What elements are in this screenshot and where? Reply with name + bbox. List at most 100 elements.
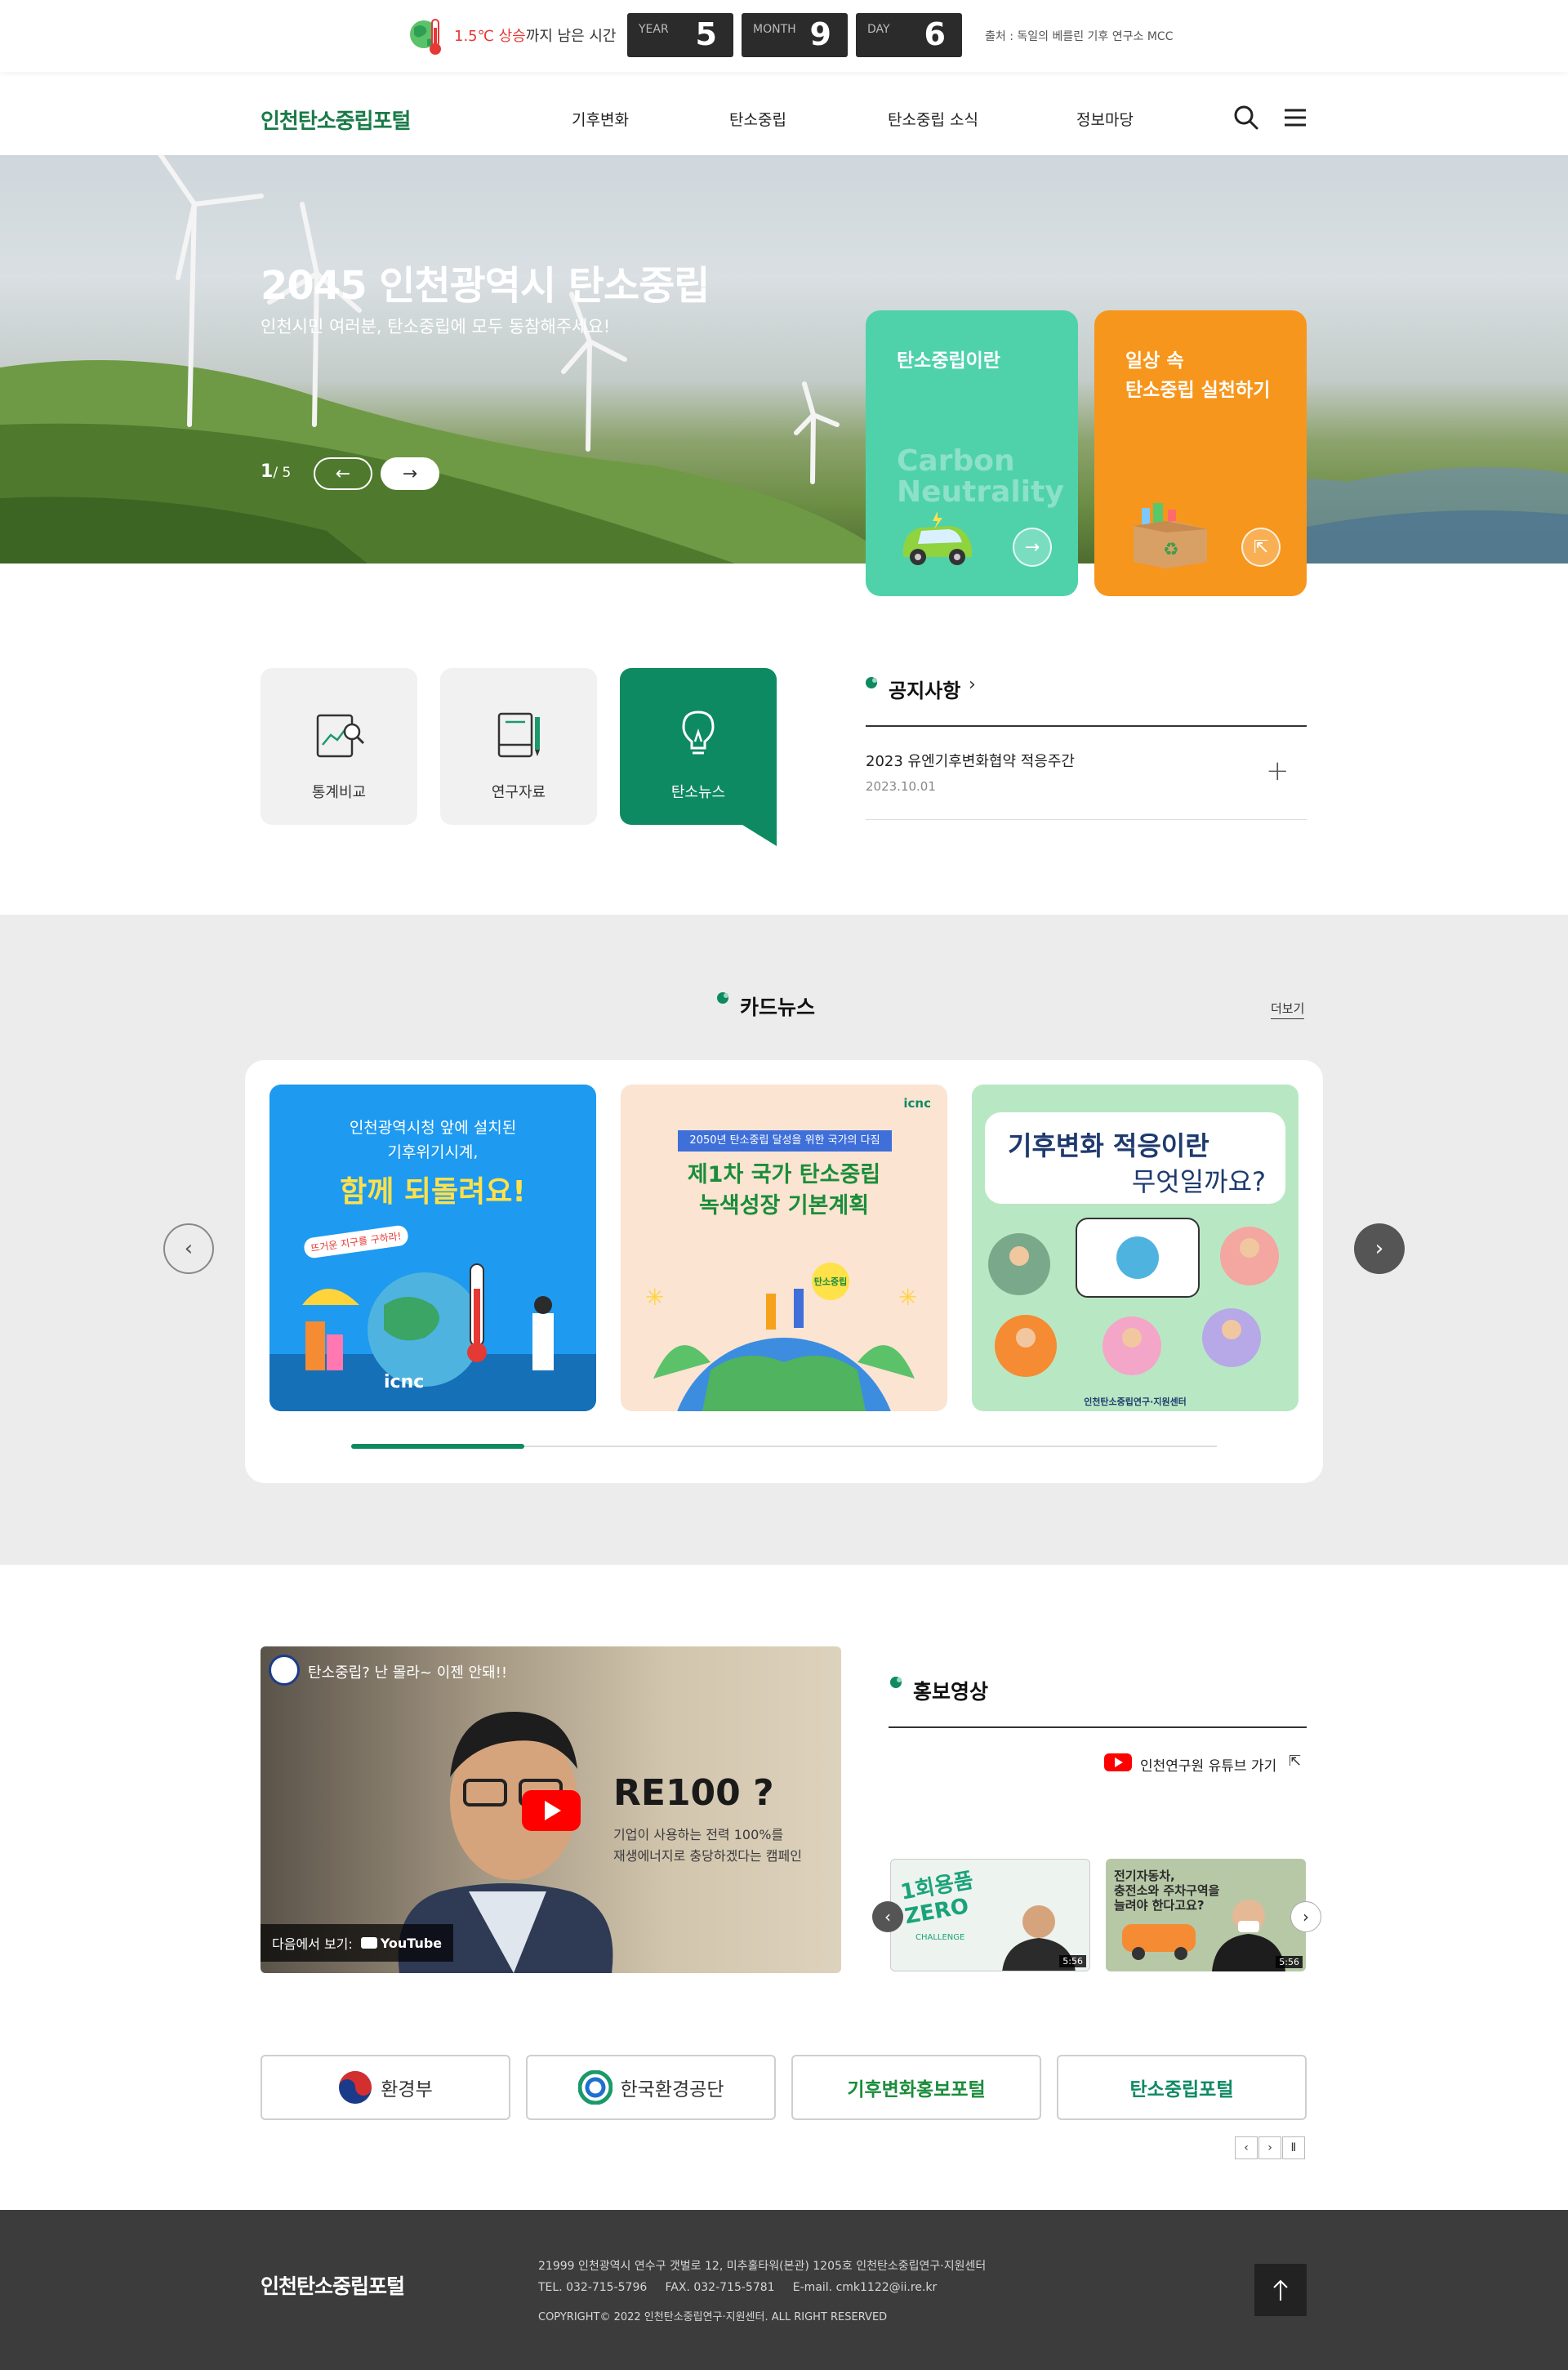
promo-next-button[interactable]: › — [1290, 1901, 1321, 1932]
day-counter: DAY 6 — [856, 13, 962, 57]
leaf-dot-icon — [890, 1677, 902, 1688]
promo-video-thumb-1[interactable]: 1회용품 ZERO CHALLENGE 5:56 — [890, 1859, 1090, 1971]
slide-prev-button[interactable]: ← — [314, 457, 372, 490]
card-news-item-1[interactable]: 인천광역시청 앞에 설치된 기후위기시계, 함께 되돌려요! 뜨거운 지구를 구하… — [270, 1085, 596, 1411]
promo-divider — [889, 1726, 1307, 1728]
partner-next-button[interactable]: › — [1258, 2136, 1281, 2159]
card-daily-practice[interactable]: 일상 속 탄소중립 실천하기 ♻ ⇱ — [1094, 310, 1307, 596]
youtube-logo: YouTube — [360, 1936, 442, 1951]
card-what-is-carbon-neutral[interactable]: 탄소중립이란 Carbon Neutrality → — [866, 310, 1078, 596]
card-title: 일상 속 탄소중립 실천하기 — [1125, 350, 1271, 401]
card-news-item-2[interactable]: icnc 2050년 탄소중립 달성을 위한 국가의 다짐 제1차 국가 탄소중… — [621, 1085, 947, 1411]
electric-car-icon — [903, 511, 972, 565]
quick-menu-research[interactable]: 연구자료 — [440, 668, 597, 825]
climate-clock-label: 1.5℃ 상승까지 남은 시간 — [454, 28, 617, 45]
svg-text:✳: ✳ — [645, 1284, 664, 1311]
promo-video-thumb-2[interactable]: 전기자동차, 충전소와 주차구역을 늘려야 한다고요? 5:56 — [1106, 1859, 1306, 1971]
svg-text:✳: ✳ — [898, 1284, 917, 1311]
video-title[interactable]: 탄소중립? 난 몰라~ 이젠 안돼!! — [308, 1661, 507, 1682]
more-link[interactable]: 더보기 — [1271, 1000, 1305, 1019]
channel-avatar[interactable] — [269, 1655, 300, 1686]
card-news-headline: 기후변화 적응이란 — [1008, 1130, 1209, 1161]
footer-contact: TEL. 032-715-5796 FAX. 032-715-5781 E-ma… — [538, 2281, 938, 2294]
card-arrow-button[interactable]: → — [1013, 528, 1052, 567]
footer-logo: 인천탄소중립포털 — [261, 2274, 405, 2298]
promo-title: 홍보영상 — [913, 1680, 989, 1704]
nav-info[interactable]: 정보마당 — [1076, 108, 1134, 130]
leaf-dot-icon — [866, 677, 877, 688]
partner-pause-button[interactable]: Ⅱ — [1282, 2136, 1305, 2159]
notice-item-date: 2023.10.01 — [866, 779, 936, 794]
card-news-progress-fill — [351, 1444, 524, 1449]
external-link-icon[interactable]: ⇱ — [1241, 528, 1281, 567]
notice-title[interactable]: 공지사항 — [889, 675, 960, 703]
video-overlay-title: RE100 ? — [613, 1772, 774, 1814]
partner-prev-button[interactable]: ‹ — [1235, 2136, 1258, 2159]
chevron-right-icon[interactable]: › — [969, 675, 976, 695]
card-news-text: 인천광역시청 앞에 설치된 기후위기시계, — [349, 1119, 517, 1161]
hero-subtitle: 인천시민 여러분, 탄소중립에 모두 동참해주세요! — [261, 317, 611, 336]
notice-bottom-line — [866, 819, 1307, 820]
card-news-headline-2: 무엇일까요? — [1131, 1166, 1266, 1197]
chevron-left-icon: ‹ — [184, 1236, 194, 1261]
card-news-headline: 제1차 국가 탄소중립 녹색성장 기본계획 — [687, 1162, 881, 1218]
quick-menu-news[interactable]: 탄소뉴스 — [620, 668, 777, 846]
quick-menu-label: 연구자료 — [491, 784, 546, 801]
icnc-logo: icnc — [903, 1096, 931, 1111]
notice-item-title[interactable]: 2023 유엔기후변화협약 적응주간 — [866, 750, 1075, 771]
footer-copyright: COPYRIGHT© 2022 인천탄소중립연구·지원센터. ALL RIGHT… — [538, 2311, 888, 2323]
promo-prev-button[interactable]: ‹ — [872, 1901, 903, 1932]
svg-text:♻: ♻ — [1163, 540, 1179, 560]
partner-ministry-of-environment[interactable]: 환경부 — [261, 2055, 510, 2120]
slide-next-button[interactable]: → — [381, 457, 439, 490]
year-counter: YEAR 5 — [627, 13, 733, 57]
partner-climate-pr-portal[interactable]: 기후변화홍보포털 — [791, 2055, 1041, 2120]
slide-pager: 1/ 5 — [261, 461, 292, 482]
partner-korea-environment-corp[interactable]: 한국환경공단 — [526, 2055, 776, 2120]
youtube-video-player[interactable]: 탄소중립? 난 몰라~ 이젠 안돼!! RE100 ? 기업이 사용하는 전력 … — [261, 1646, 841, 1973]
icnc-logo: icnc — [384, 1372, 425, 1392]
earth-thermometer-icon — [410, 19, 441, 55]
card-news-prev-button[interactable]: ‹ — [163, 1223, 214, 1274]
card-news-tag: 2050년 탄소중립 달성을 위한 국가의 다짐 — [678, 1130, 892, 1152]
month-counter: MONTH 9 — [742, 13, 848, 57]
lightbulb-icon — [682, 711, 715, 755]
pause-icon: Ⅱ — [1290, 2141, 1297, 2154]
plus-icon[interactable]: + — [1266, 755, 1290, 787]
play-button[interactable] — [522, 1790, 581, 1831]
external-link-icon[interactable]: ⇱ — [1289, 1753, 1301, 1770]
youtube-channel-link[interactable]: 인천연구원 유튜브 가기 — [1140, 1754, 1276, 1775]
nav-carbon-neutral[interactable]: 탄소중립 — [729, 108, 786, 130]
earth-plant-illustration: ✳ ✳ — [645, 1284, 917, 1411]
video-overlay-caption: 기업이 사용하는 전력 100%를 재생에너지로 충당하겠다는 캠페인 — [613, 1827, 802, 1864]
book-pen-icon — [497, 712, 540, 758]
nav-climate-change[interactable]: 기후변화 — [572, 108, 629, 130]
keco-logo-icon — [577, 2070, 612, 2105]
thumb-title: 1회용품 ZERO — [898, 1868, 976, 1930]
site-logo[interactable]: 인천탄소중립포털 — [261, 105, 411, 135]
arrow-left-icon: ← — [335, 463, 351, 484]
chart-document-icon — [316, 714, 365, 758]
scroll-to-top-button[interactable] — [1254, 2264, 1307, 2316]
card-news-item-3[interactable]: 기후변화 적응이란 무엇일까요? 인천탄소중립연구·지원센터 — [972, 1085, 1298, 1411]
quick-menu-statistics[interactable]: 통계비교 — [261, 668, 417, 825]
partner-carbon-neutral-portal[interactable]: 탄소중립포털 — [1057, 2055, 1307, 2120]
hero-banner — [0, 155, 1568, 564]
video-duration: 5:56 — [1276, 1956, 1303, 1968]
active-tab-pointer — [742, 825, 777, 846]
footer-address: 21999 인천광역시 연수구 갯벌로 12, 미추홀타워(본관) 1205호 … — [538, 2260, 987, 2273]
chevron-right-icon: › — [1374, 1236, 1384, 1261]
youtube-icon — [1104, 1753, 1132, 1771]
card-news-footer: 인천탄소중립연구·지원센터 — [1084, 1397, 1187, 1407]
taegeuk-logo-icon — [339, 2071, 372, 2104]
menu-icon[interactable] — [1282, 105, 1308, 131]
card-news-next-button[interactable]: › — [1354, 1223, 1405, 1274]
nav-carbon-news[interactable]: 탄소중립 소식 — [888, 108, 978, 130]
climate-clock-bar: 1.5℃ 상승까지 남은 시간 YEAR 5 MONTH 9 DAY 6 출처 : 독… — [0, 0, 1568, 72]
watch-on-youtube-button[interactable]: 다음에서 보기: YouTube — [261, 1924, 454, 1962]
arrow-up-icon — [1273, 2279, 1288, 2301]
hero-title: 2045 인천광역시 탄소중립 — [261, 263, 710, 309]
card-news-progress-track — [351, 1444, 1217, 1449]
search-icon[interactable] — [1233, 105, 1259, 131]
thumb-subtitle: CHALLENGE — [915, 1933, 965, 1942]
